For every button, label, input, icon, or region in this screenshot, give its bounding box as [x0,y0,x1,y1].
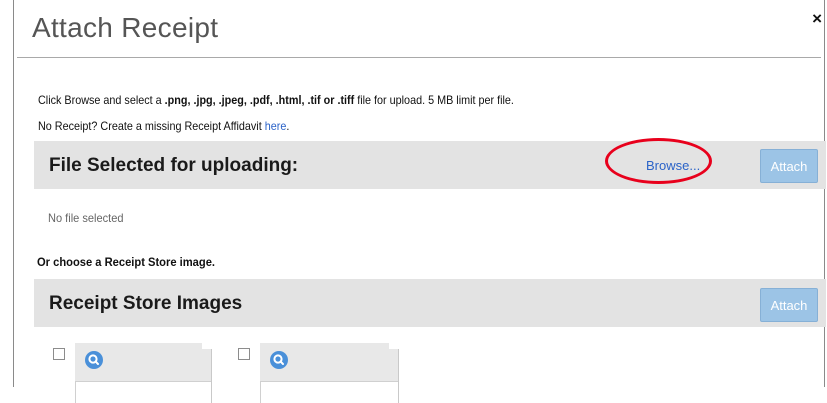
receipt-store-heading: Receipt Store Images [49,293,243,314]
attach-file-button[interactable]: Attach [760,149,818,183]
receipt-image-checkbox[interactable] [53,348,65,360]
file-status: No file selected [48,211,124,225]
thumbnail-preview [75,381,211,403]
search-icon[interactable] [270,351,288,369]
allowed-file-types: .png, .jpg, .jpeg, .pdf, .html, .tif or … [164,93,355,107]
receipt-store-prompt: Or choose a Receipt Store image. [37,255,216,269]
close-icon[interactable]: × [812,10,822,27]
receipt-store-section-bar: Receipt Store Images Attach [34,279,826,327]
browse-button[interactable]: Browse... [646,158,700,173]
instructions-prefix: Click Browse and select a [38,93,165,107]
dialog-header: Attach Receipt × [14,0,824,56]
search-icon[interactable] [85,351,103,369]
affidavit-period: . [286,119,290,133]
upload-instructions: Click Browse and select a .png, .jpg, .j… [38,93,514,107]
header-divider [17,57,821,58]
dialog-title: Attach Receipt [32,12,219,43]
file-selected-heading: File Selected for uploading: [49,155,299,176]
attach-store-image-button[interactable]: Attach [760,288,818,322]
attach-receipt-dialog: Attach Receipt × Click Browse and select… [13,0,826,403]
receipt-image-checkbox[interactable] [238,348,250,360]
thumbnail-preview [260,381,398,403]
affidavit-text: No Receipt? Create a missing Receipt Aff… [38,119,265,133]
receipt-image-thumbnail[interactable] [260,343,399,403]
instructions-suffix: file for upload. 5 MB limit per file. [354,93,514,107]
affidavit-here-link[interactable]: here [265,119,287,133]
receipt-image-thumbnail[interactable] [75,343,212,403]
file-upload-section-bar: File Selected for uploading: Browse... A… [34,141,826,189]
affidavit-instructions: No Receipt? Create a missing Receipt Aff… [38,119,289,133]
